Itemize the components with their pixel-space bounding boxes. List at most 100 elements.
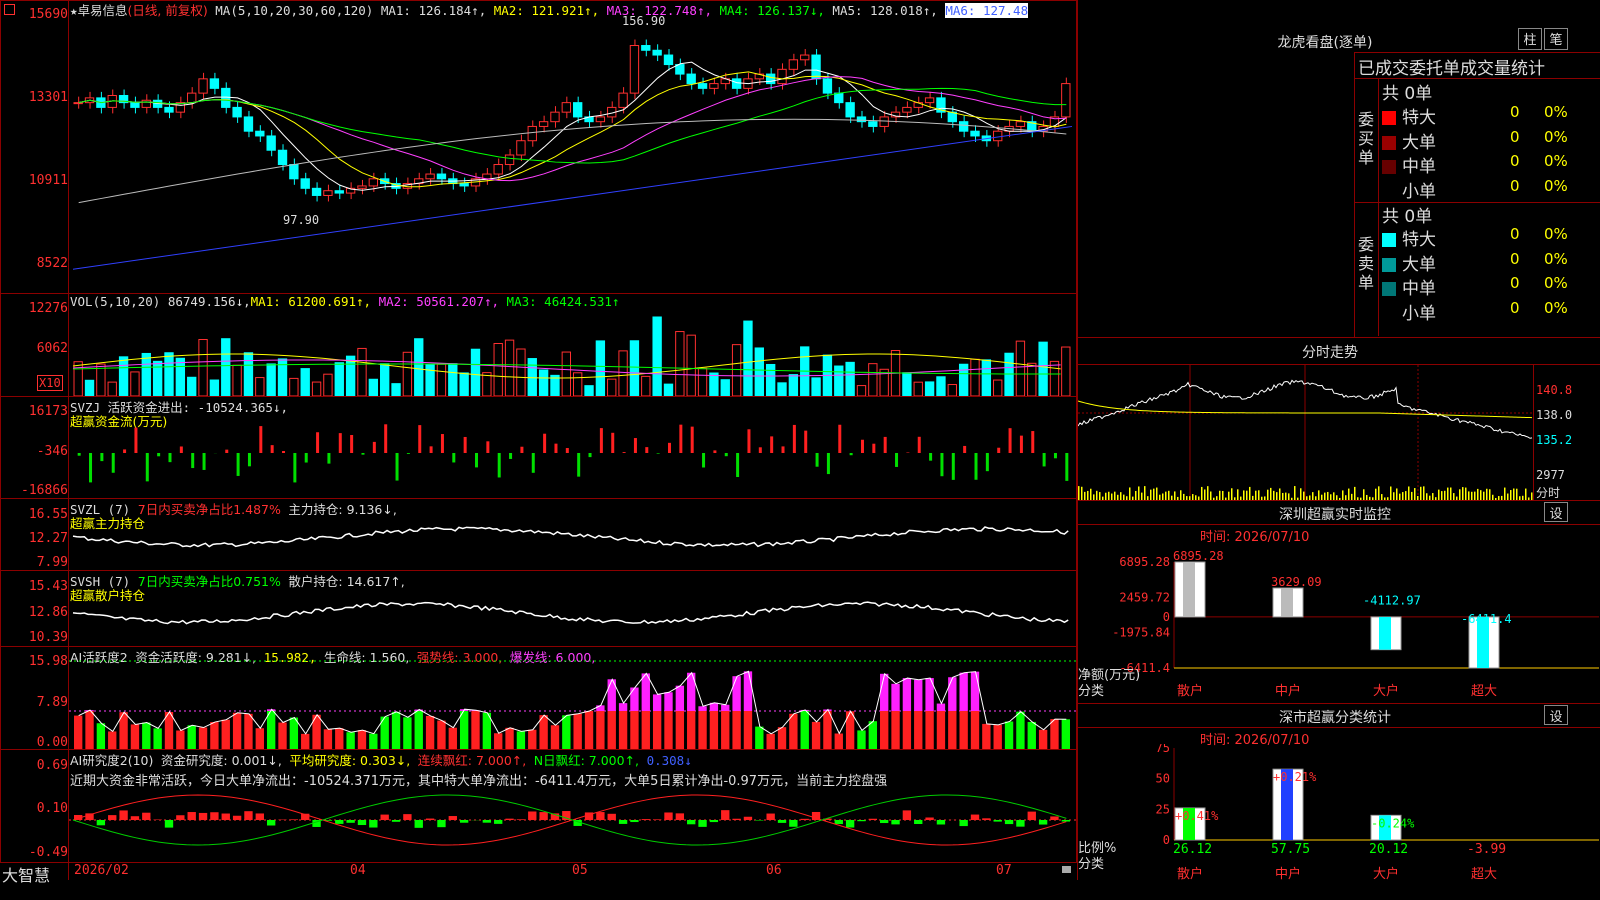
intraday-volume-bar bbox=[1258, 490, 1260, 500]
volume-bar bbox=[164, 352, 174, 396]
flow-bar bbox=[1031, 431, 1035, 453]
activity-bar bbox=[811, 721, 821, 749]
order-stats-tabs[interactable]: 已成交委托单成交量统计 bbox=[1358, 54, 1545, 79]
volume-bar bbox=[402, 351, 413, 396]
vol-value: 86749.156↓, bbox=[167, 294, 251, 309]
order-count: 0 bbox=[1510, 152, 1520, 170]
research-bar bbox=[221, 813, 230, 820]
research-bar bbox=[459, 820, 469, 823]
intraday-volume-bar bbox=[1318, 490, 1320, 500]
order-label: 特大 bbox=[1402, 108, 1436, 128]
date-label-3: 06 bbox=[766, 863, 782, 878]
research-bar bbox=[1038, 820, 1048, 825]
intraday-volume-bar bbox=[1180, 490, 1182, 500]
volume-chart[interactable] bbox=[69, 308, 1076, 396]
volume-bar bbox=[209, 379, 220, 396]
intraday-volume-bar bbox=[1489, 489, 1491, 500]
activity-bar bbox=[755, 726, 764, 749]
volume-bar bbox=[311, 381, 322, 396]
intraday-volume-bar bbox=[1168, 490, 1170, 500]
flow-bar bbox=[974, 453, 978, 480]
intraday-chart[interactable] bbox=[1078, 365, 1533, 500]
activity-bar bbox=[221, 719, 230, 749]
research-bar bbox=[868, 818, 878, 820]
intraday-volume-bar bbox=[1504, 487, 1506, 500]
monitor-settings-button[interactable]: 设 bbox=[1544, 502, 1568, 522]
intraday-axis-0: 140.8 bbox=[1536, 383, 1573, 397]
class-axis-label: 50 bbox=[1156, 772, 1170, 786]
research-bar bbox=[494, 820, 503, 824]
ai1-axis-1: 7.89 bbox=[36, 695, 68, 710]
volume-bar bbox=[743, 320, 753, 396]
activity-bar bbox=[607, 711, 616, 749]
activity-bar bbox=[255, 728, 264, 749]
class-settings-button[interactable]: 设 bbox=[1544, 705, 1568, 725]
research-bar bbox=[414, 820, 423, 828]
activity-bar bbox=[278, 722, 287, 749]
flow-bar bbox=[372, 441, 376, 453]
activity-bar bbox=[675, 711, 685, 749]
activity-bar bbox=[641, 711, 650, 749]
intraday-volume-bar bbox=[1141, 492, 1143, 500]
research-bar bbox=[539, 812, 548, 820]
intraday-volume-bar bbox=[1465, 487, 1467, 500]
flow-bar bbox=[168, 453, 172, 463]
ai1-chart[interactable] bbox=[69, 647, 1076, 749]
bar-mode-button[interactable]: 柱 bbox=[1518, 28, 1542, 50]
order-row: 特大 0 0% bbox=[1382, 225, 1600, 250]
kline-candle bbox=[300, 178, 310, 189]
flow-bar bbox=[690, 426, 694, 453]
svsh-axis-2: 10.39 bbox=[28, 630, 68, 645]
buy-side-label: 委买单 bbox=[1358, 110, 1375, 167]
volume-bar bbox=[323, 373, 333, 396]
lock-icon[interactable] bbox=[1062, 866, 1071, 873]
flow-bar bbox=[89, 453, 93, 483]
activity-bar bbox=[880, 711, 889, 749]
order-pct: 0% bbox=[1544, 152, 1568, 170]
flow-bar bbox=[259, 426, 263, 453]
volume-bar bbox=[936, 376, 946, 396]
intraday-volume-bar bbox=[1474, 491, 1476, 500]
kline-candle bbox=[130, 102, 140, 108]
order-label: 中单 bbox=[1402, 157, 1436, 177]
activity-bar bbox=[550, 725, 560, 749]
ma-line bbox=[78, 61, 1067, 191]
intraday-volume-bar bbox=[1459, 489, 1461, 500]
activity-bar bbox=[709, 711, 719, 749]
volume-bar bbox=[357, 347, 367, 396]
ai2-chart[interactable] bbox=[69, 750, 1076, 862]
flow-bar bbox=[645, 447, 649, 453]
color-swatch bbox=[1382, 257, 1396, 272]
volume-bar bbox=[731, 344, 742, 396]
kline-candle bbox=[538, 121, 549, 127]
kline-candle bbox=[425, 173, 435, 180]
activity-bar bbox=[1038, 729, 1048, 749]
activity-bar bbox=[1050, 719, 1059, 749]
class-top-label: +0.41% bbox=[1175, 809, 1219, 823]
svzj-chart[interactable] bbox=[69, 397, 1076, 498]
class-category: 大户 bbox=[1373, 866, 1399, 882]
monitor-bar-inner bbox=[1281, 588, 1293, 617]
monitor-axis-label: -1975.84 bbox=[1112, 626, 1170, 640]
research-bar bbox=[1027, 811, 1036, 820]
activity-bar bbox=[130, 724, 140, 749]
checkbox-icon[interactable] bbox=[4, 4, 15, 15]
activity-bar bbox=[1004, 721, 1014, 749]
research-bar bbox=[176, 815, 185, 820]
intraday-volume-bar bbox=[1378, 486, 1380, 500]
flow-bar bbox=[429, 446, 433, 453]
svzj-axis-0: 16173 bbox=[28, 404, 68, 419]
monitor-xlabel: 分类 bbox=[1078, 684, 1104, 699]
svzl-chart[interactable] bbox=[69, 499, 1076, 570]
svsh-chart[interactable] bbox=[69, 571, 1076, 646]
hold-line bbox=[72, 526, 1069, 548]
flow-bar bbox=[997, 447, 1001, 453]
intraday-volume-bar bbox=[1222, 490, 1224, 500]
order-count: 0 bbox=[1510, 103, 1520, 121]
kline-candle bbox=[209, 78, 220, 89]
kline-chart[interactable] bbox=[69, 14, 1076, 292]
dragon-title: 龙虎看盘(逐单) bbox=[1277, 35, 1373, 51]
flow-bar bbox=[191, 453, 195, 469]
pen-mode-button[interactable]: 笔 bbox=[1544, 28, 1568, 50]
volume-bar bbox=[380, 363, 390, 396]
